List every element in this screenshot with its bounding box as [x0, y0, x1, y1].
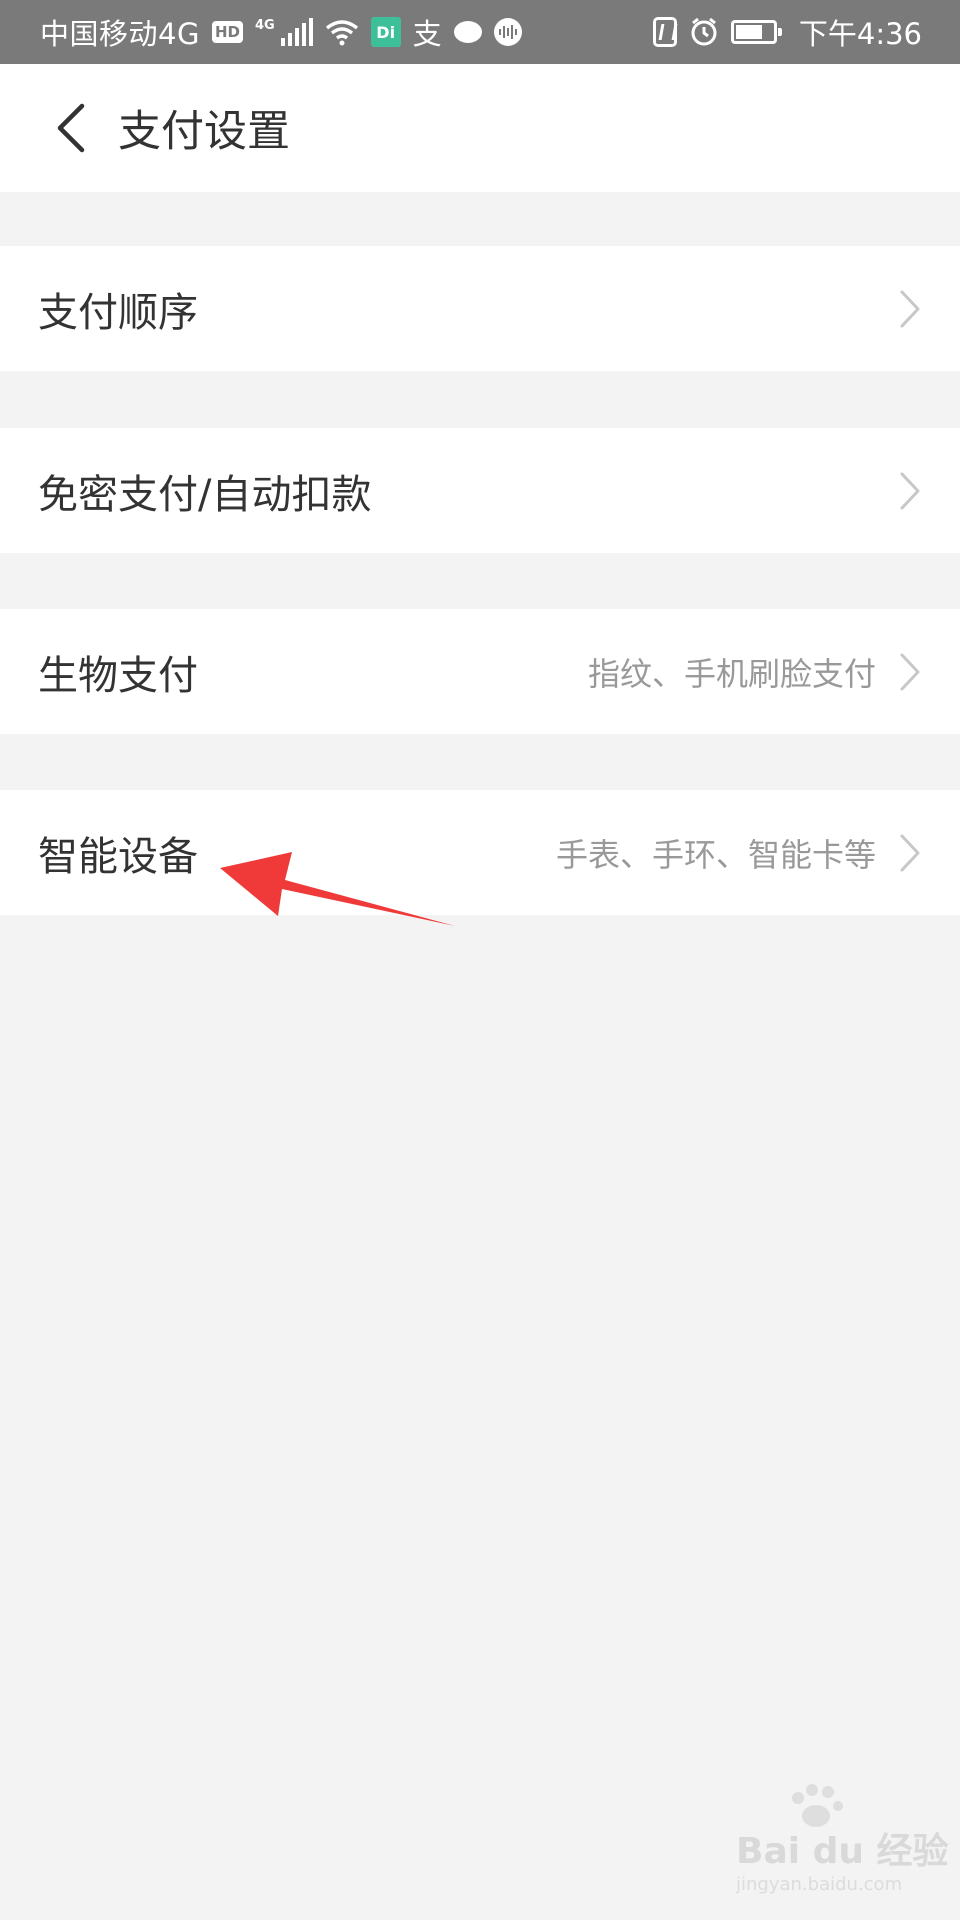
setting-value: 指纹、手机刷脸支付 — [587, 654, 876, 693]
nfc-icon — [652, 17, 677, 47]
nav-bar: 支付设置 — [0, 64, 960, 192]
carrier-label: 中国移动4G — [40, 17, 200, 51]
chevron-left-icon — [57, 103, 85, 153]
chevron-right-icon — [898, 652, 922, 692]
watermark-brand: Bai du 经验 — [736, 1831, 949, 1872]
chat-icon — [453, 21, 482, 43]
alarm-icon — [691, 17, 717, 46]
setting-label: 免密支付/自动扣款 — [38, 471, 372, 518]
hd-icon: HD — [211, 21, 243, 43]
app-icon: Di — [370, 17, 401, 47]
setting-row-password-free[interactable]: 免密支付/自动扣款 — [0, 428, 960, 553]
chevron-right-icon — [898, 471, 922, 511]
status-left: 中国移动4G HD 4G Di 支 — [40, 11, 522, 53]
setting-label: 智能设备 — [38, 833, 198, 880]
wifi-icon — [325, 20, 358, 46]
status-right: 下午4:36 — [652, 11, 922, 53]
setting-row-biometric[interactable]: 生物支付 指纹、手机刷脸支付 — [0, 609, 960, 734]
audio-icon — [493, 18, 522, 46]
setting-row-payment-order[interactable]: 支付顺序 — [0, 246, 960, 371]
chevron-right-icon — [898, 289, 922, 329]
setting-value: 手表、手环、智能卡等 — [555, 835, 876, 874]
battery-icon — [730, 20, 782, 44]
chevron-right-icon — [898, 833, 922, 873]
clock-label: 下午4:36 — [798, 17, 922, 51]
status-bar: 中国移动4G HD 4G Di 支 下午4:36 — [0, 0, 960, 64]
signal-icon — [280, 18, 313, 46]
alipay-icon: 支 — [412, 17, 442, 51]
page-title: 支付设置 — [118, 107, 290, 157]
setting-label: 生物支付 — [38, 652, 198, 699]
setting-label: 支付顺序 — [38, 289, 198, 336]
network-type-label: 4G — [254, 17, 275, 33]
setting-row-smart-devices[interactable]: 智能设备 手表、手环、智能卡等 — [0, 790, 960, 915]
watermark-url: jingyan.baidu.com — [736, 1874, 903, 1895]
back-button[interactable] — [34, 92, 106, 164]
